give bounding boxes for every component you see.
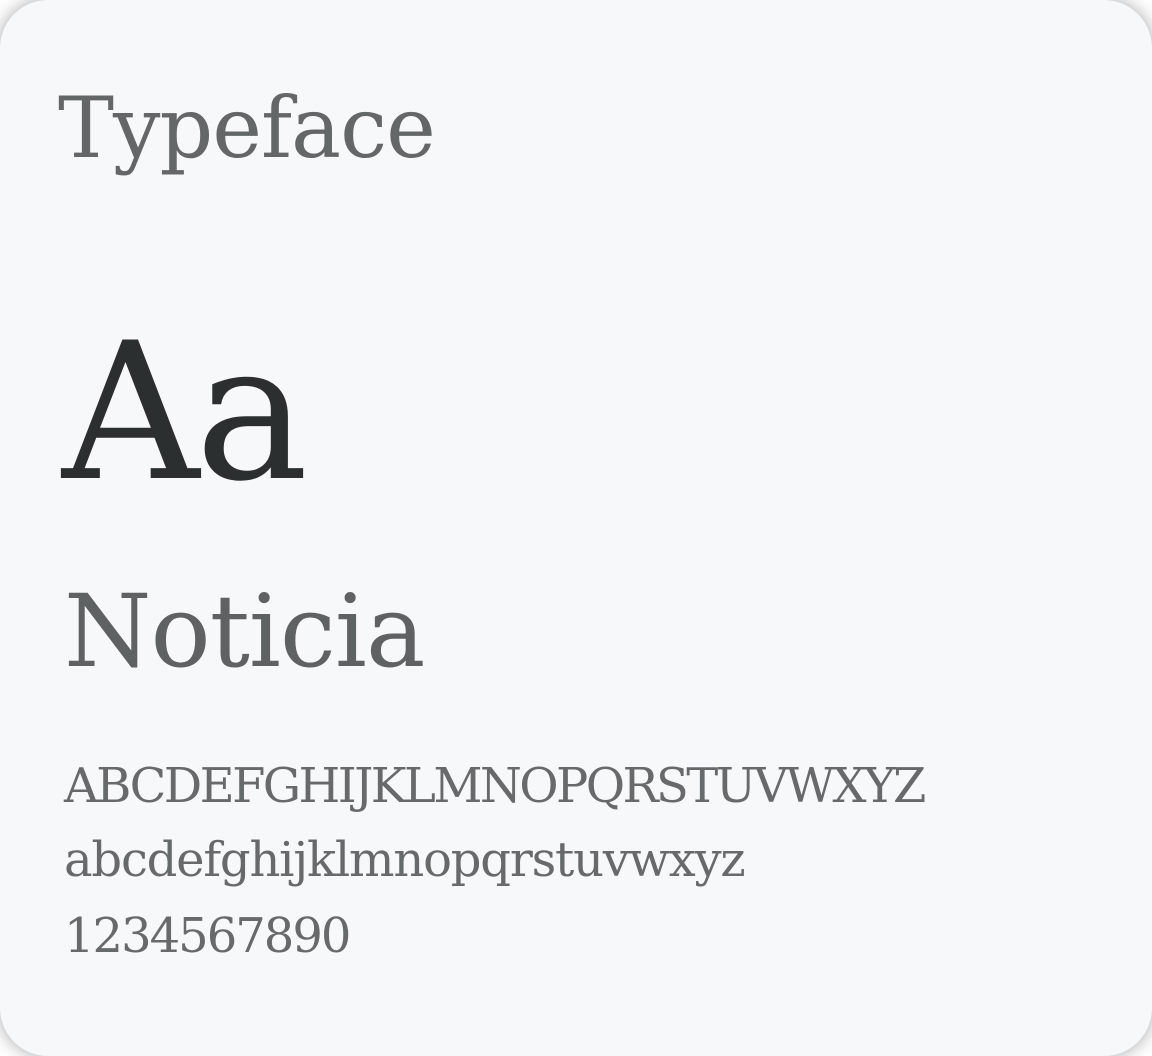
font-name: Noticia	[64, 573, 425, 690]
type-specimen: Aa	[62, 302, 308, 523]
lowercase-alphabet: abcdefghijklmnopqrstuvwxyz	[64, 832, 746, 888]
typeface-card: Typeface Aa Noticia ABCDEFGHIJKLMNOPQRST…	[0, 0, 1152, 1056]
digit-row: 1234567890	[64, 908, 351, 964]
uppercase-alphabet: ABCDEFGHIJKLMNOPQRSTUVWXYZ	[64, 758, 926, 814]
typeface-label: Typeface	[58, 79, 436, 177]
